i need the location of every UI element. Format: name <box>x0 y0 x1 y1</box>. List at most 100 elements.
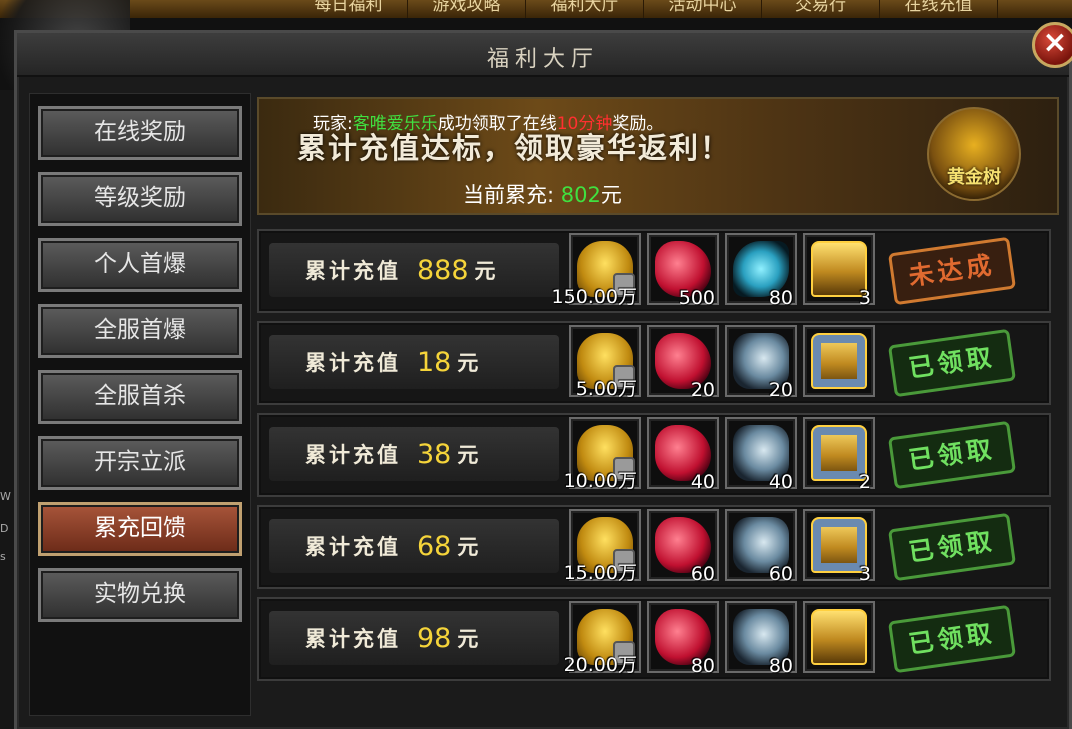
sidebar-item-online-reward[interactable]: 在线奖励 <box>38 106 242 160</box>
tier-unit: 元 <box>474 258 496 283</box>
tier-amount: 18 <box>417 346 452 378</box>
reward-slot[interactable]: 20 <box>725 325 797 401</box>
item-count: 10.00万 <box>563 470 637 492</box>
silver-chest-icon <box>811 333 867 389</box>
item-count: 15.00万 <box>563 562 637 584</box>
current-recharge-total: 当前累充: 802元 <box>463 179 622 209</box>
tier-label-text: 累计充值 <box>305 626 401 651</box>
reward-slot[interactable] <box>803 601 875 673</box>
edge-letter: W <box>0 490 11 503</box>
sidebar-item-found-sect[interactable]: 开宗立派 <box>38 436 242 490</box>
reward-slot[interactable]: 10.00万 <box>564 417 641 492</box>
reward-row: 累计充值 98 元 20.00万 80 80 已领取 <box>257 597 1051 681</box>
status-claimed-stamp: 已领取 <box>887 328 1017 398</box>
sidebar-item-level-reward[interactable]: 等级奖励 <box>38 172 242 226</box>
sidebar-item-personal-first-drop[interactable]: 个人首爆 <box>38 238 242 292</box>
status-claimed-stamp: 已领取 <box>887 420 1017 490</box>
top-menu-welfare[interactable]: 福利大厅 <box>526 0 644 18</box>
recharge-banner: 累计充值达标，领取豪华返利！ 玩家:客唯爱乐乐成功领取了在线10分钟奖励。 当前… <box>257 97 1059 215</box>
category-sidebar: 在线奖励 等级奖励 个人首爆 全服首爆 全服首杀 开宗立派 累充回馈 实物兑换 <box>29 93 251 716</box>
top-menu-daily[interactable]: 每日福利 <box>290 0 408 18</box>
item-count: 80 <box>768 655 793 677</box>
reward-row: 累计充值 38 元 10.00万 40 40 2 已领取 <box>257 413 1051 497</box>
cumul-label: 当前累充: <box>463 183 555 207</box>
notice-suffix: 奖励。 <box>612 114 664 134</box>
sidebar-item-physical-exchange[interactable]: 实物兑换 <box>38 568 242 622</box>
sidebar-item-recharge-rewards[interactable]: 累充回馈 <box>38 502 242 556</box>
item-count: 60 <box>768 563 793 585</box>
tier-label-text: 累计充值 <box>305 258 401 283</box>
status-claimed-stamp: 已领取 <box>887 604 1017 674</box>
reward-slot[interactable]: 2 <box>803 417 875 493</box>
tier-label-text: 累计充值 <box>305 442 401 467</box>
item-count: 40 <box>690 471 715 493</box>
sidebar-item-server-first-kill[interactable]: 全服首杀 <box>38 370 242 424</box>
top-menu-guide[interactable]: 游戏攻略 <box>408 0 526 18</box>
tier-label: 累计充值 18 元 <box>269 335 559 389</box>
reward-slot[interactable]: 40 <box>647 417 719 493</box>
item-count: 2 <box>858 471 871 493</box>
close-button[interactable]: × <box>1032 22 1072 68</box>
reward-slot[interactable]: 150.00万 <box>552 233 641 308</box>
broadcast-notice: 玩家:客唯爱乐乐成功领取了在线10分钟奖励。 <box>313 109 663 134</box>
status-claimed-stamp: 已领取 <box>887 512 1017 582</box>
tier-label-text: 累计充值 <box>305 350 401 375</box>
reward-slot[interactable]: 60 <box>647 509 719 585</box>
tier-unit: 元 <box>457 534 479 559</box>
item-count: 60 <box>690 563 715 585</box>
tier-amount: 888 <box>417 254 469 286</box>
reward-slot[interactable]: 500 <box>647 233 719 309</box>
tier-label: 累计充值 888 元 <box>269 243 559 297</box>
item-count: 3 <box>858 563 871 585</box>
tier-amount: 98 <box>417 622 452 654</box>
reward-slot[interactable]: 80 <box>725 601 797 677</box>
tier-unit: 元 <box>457 350 479 375</box>
top-menu-trade[interactable]: 交易行 <box>762 0 880 18</box>
top-menu-events[interactable]: 活动中心 <box>644 0 762 18</box>
welfare-hall-window: 福利大厅 在线奖励 等级奖励 个人首爆 全服首爆 全服首杀 开宗立派 累充回馈 … <box>14 30 1072 729</box>
item-count: 3 <box>858 287 871 309</box>
edge-letter: s <box>0 550 6 563</box>
reward-slot[interactable]: 20 <box>647 325 719 401</box>
tier-label: 累计充值 68 元 <box>269 519 559 573</box>
tier-unit: 元 <box>457 626 479 651</box>
reward-slot[interactable]: 20.00万 <box>564 601 641 676</box>
gold-tree-icon[interactable]: 黄金树 <box>927 107 1021 201</box>
reward-slot[interactable] <box>803 325 875 397</box>
notice-prefix: 玩家: <box>313 114 353 134</box>
reward-slot[interactable]: 5.00万 <box>569 325 641 400</box>
tier-label: 累计充值 38 元 <box>269 427 559 481</box>
notice-time: 10分钟 <box>556 114 613 134</box>
notice-mid: 成功领取了在线 <box>437 114 557 134</box>
reward-tier-list: 累计充值 888 元 150.00万 500 80 3 未达成 累计充值 18 … <box>257 229 1065 713</box>
item-count: 40 <box>768 471 793 493</box>
item-count: 150.00万 <box>551 286 637 308</box>
item-count: 500 <box>678 287 715 309</box>
reward-slot[interactable]: 40 <box>725 417 797 493</box>
reward-slot[interactable]: 80 <box>647 601 719 677</box>
window-title: 福利大厅 <box>486 47 599 72</box>
item-count: 5.00万 <box>575 378 637 400</box>
tier-amount: 38 <box>417 438 452 470</box>
reward-slot[interactable]: 60 <box>725 509 797 585</box>
gold-tree-label: 黄金树 <box>947 167 1001 188</box>
tier-amount: 68 <box>417 530 452 562</box>
window-titlebar: 福利大厅 <box>17 33 1069 77</box>
reward-row: 累计充值 18 元 5.00万 20 20 已领取 <box>257 321 1051 405</box>
edge-letter: D <box>0 522 9 535</box>
open-chest-icon <box>811 609 867 665</box>
cumul-value: 802 <box>560 183 601 207</box>
tier-label: 累计充值 98 元 <box>269 611 559 665</box>
top-menu-recharge[interactable]: 在线充值 <box>880 0 998 18</box>
reward-slot[interactable]: 3 <box>803 233 875 309</box>
top-game-menu: 每日福利 游戏攻略 福利大厅 活动中心 交易行 在线充值 <box>0 0 1072 18</box>
sidebar-item-server-first-drop[interactable]: 全服首爆 <box>38 304 242 358</box>
notice-player-name: 客唯爱乐乐 <box>352 114 438 134</box>
tier-unit: 元 <box>457 442 479 467</box>
reward-slot[interactable]: 15.00万 <box>564 509 641 584</box>
reward-slot[interactable]: 3 <box>803 509 875 585</box>
item-count: 20 <box>690 379 715 401</box>
reward-slot[interactable]: 80 <box>725 233 797 309</box>
reward-row: 累计充值 888 元 150.00万 500 80 3 未达成 <box>257 229 1051 313</box>
cumul-unit: 元 <box>600 183 622 207</box>
